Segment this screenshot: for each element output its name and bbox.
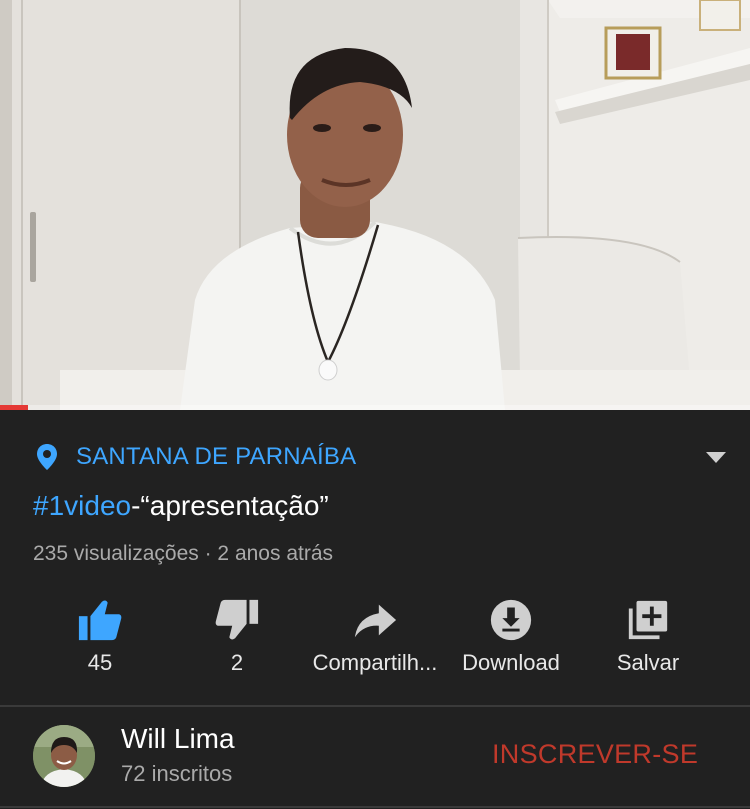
- dislike-button[interactable]: 2: [167, 590, 307, 690]
- share-label: Compartilh...: [312, 650, 438, 675]
- dislike-count: 2: [230, 650, 244, 675]
- thumbs-up-icon: [78, 600, 122, 641]
- download-label: Download: [462, 650, 560, 675]
- like-count: 45: [87, 650, 113, 675]
- action-bar: 45 2 Compartilh... Download Salvar: [30, 590, 720, 690]
- add-to-playlist-icon: [628, 600, 668, 640]
- subscriber-count: 72 inscritos: [121, 761, 233, 786]
- download-icon: [490, 599, 532, 641]
- video-frame: [0, 0, 750, 410]
- share-button[interactable]: Compartilh...: [305, 590, 445, 690]
- channel-name[interactable]: Will Lima: [121, 722, 235, 756]
- like-button[interactable]: 45: [30, 590, 170, 690]
- download-button[interactable]: Download: [441, 590, 581, 690]
- subscribe-button[interactable]: INSCREVER-SE: [492, 736, 698, 772]
- bottom-divider: [0, 806, 750, 808]
- title-text: -“apresentação”: [131, 490, 329, 521]
- location-text: SANTANA DE PARNAÍBA: [76, 443, 357, 470]
- chevron-down-icon: [706, 452, 726, 463]
- thumbs-down-icon: [215, 599, 259, 640]
- video-progress-bar[interactable]: [0, 405, 750, 410]
- expand-description-button[interactable]: [700, 446, 732, 470]
- save-label: Salvar: [616, 650, 680, 675]
- share-arrow-icon: [354, 604, 397, 638]
- divider: [0, 705, 750, 707]
- video-player[interactable]: [0, 0, 750, 410]
- video-title: #1video-“apresentação”: [33, 488, 329, 524]
- video-progress-fill: [0, 405, 28, 410]
- video-meta: 235 visualizações · 2 anos atrás: [33, 542, 333, 565]
- location-link[interactable]: SANTANA DE PARNAÍBA: [34, 442, 356, 472]
- title-hashtag-link[interactable]: #1video: [33, 490, 131, 521]
- location-pin-icon: [37, 444, 57, 470]
- avatar-image: [33, 725, 95, 787]
- save-button[interactable]: Salvar: [578, 590, 718, 690]
- channel-avatar[interactable]: [33, 725, 95, 787]
